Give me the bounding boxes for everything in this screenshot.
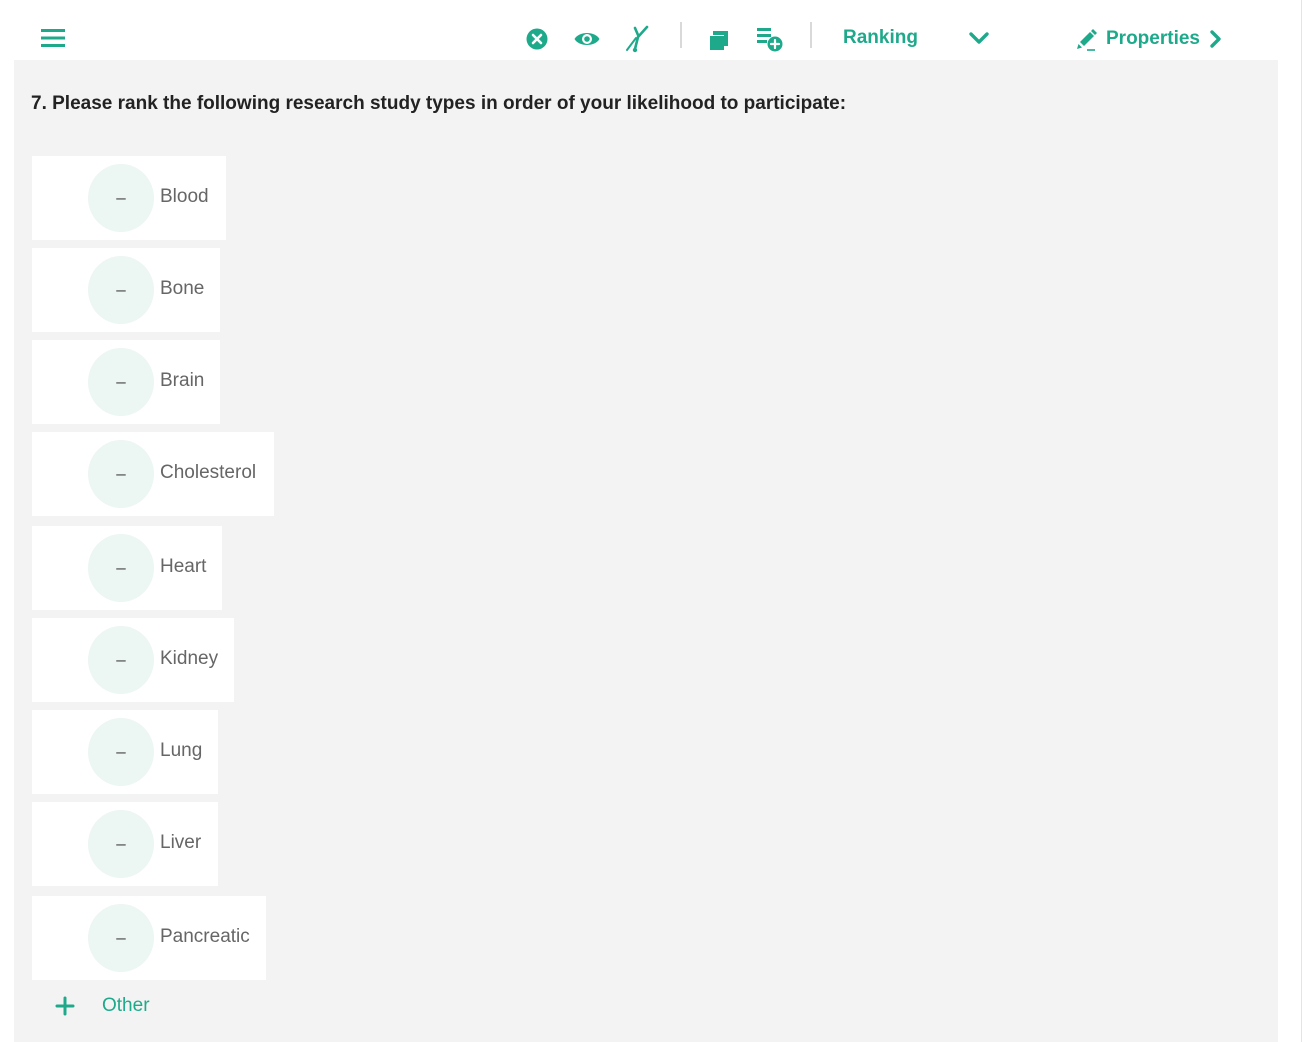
eye-icon (574, 33, 600, 45)
question-type-label: Ranking (843, 27, 918, 48)
pencil-icon (1077, 29, 1097, 51)
ranking-choice[interactable]: – Liver (32, 802, 218, 886)
ranking-choice[interactable]: – Blood (32, 156, 226, 240)
question-type-select[interactable]: Ranking (843, 24, 993, 52)
choice-label[interactable]: Bone (160, 278, 204, 300)
properties-button[interactable]: Properties (1074, 24, 1234, 54)
rank-badge[interactable]: – (88, 904, 154, 972)
rank-badge[interactable]: – (88, 534, 154, 602)
choice-label[interactable]: Kidney (160, 648, 218, 670)
question-canvas: 7. Please rank the following research st… (14, 60, 1278, 1042)
choice-label[interactable]: Brain (160, 370, 204, 392)
menu-button[interactable] (38, 26, 68, 50)
ranking-choice[interactable]: – Bone (32, 248, 220, 332)
toolbar-divider (810, 22, 812, 48)
choice-label[interactable]: Liver (160, 832, 201, 854)
add-question-icon (757, 28, 783, 52)
clear-button[interactable] (524, 26, 550, 52)
choice-label[interactable]: Pancreatic (160, 926, 250, 948)
add-question-button[interactable] (754, 24, 786, 54)
chevron-right-icon (1208, 28, 1224, 50)
ranking-choice[interactable]: – Pancreatic (32, 896, 266, 980)
skip-logic-icon (626, 25, 649, 53)
rank-badge[interactable]: – (88, 348, 154, 416)
rank-badge[interactable]: – (88, 440, 154, 508)
scrollbar-track[interactable] (1301, 0, 1302, 1042)
choice-label[interactable]: Blood (160, 186, 209, 208)
rank-badge[interactable]: – (88, 164, 154, 232)
plus-icon (54, 995, 76, 1017)
chevron-down-icon (969, 32, 989, 44)
choice-label[interactable]: Heart (160, 556, 206, 578)
copy-icon (709, 31, 728, 50)
properties-label: Properties (1106, 28, 1200, 49)
add-other-button[interactable]: Other (54, 992, 254, 1020)
ranking-choice[interactable]: – Kidney (32, 618, 234, 702)
menu-icon (41, 29, 65, 47)
ranking-choice[interactable]: – Heart (32, 526, 222, 610)
rank-badge[interactable]: – (88, 626, 154, 694)
rank-badge[interactable]: – (88, 810, 154, 878)
choice-label[interactable]: Cholesterol (160, 462, 256, 484)
rank-badge[interactable]: – (88, 718, 154, 786)
choice-label[interactable]: Lung (160, 740, 202, 762)
preview-button[interactable] (572, 26, 602, 52)
toolbar-divider (680, 22, 682, 48)
ranking-choice[interactable]: – Cholesterol (32, 432, 274, 516)
skip-logic-button[interactable] (622, 24, 652, 54)
question-title[interactable]: 7. Please rank the following research st… (31, 93, 1231, 115)
copy-button[interactable] (704, 26, 732, 54)
add-other-label: Other (102, 995, 150, 1016)
rank-badge[interactable]: – (88, 256, 154, 324)
ranking-choice[interactable]: – Brain (32, 340, 220, 424)
ranking-choice[interactable]: – Lung (32, 710, 218, 794)
toolbar: Ranking Properties (0, 0, 1300, 60)
survey-editor: Ranking Properties 7. Please rank the fo… (0, 0, 1306, 1042)
clear-circle-icon (526, 28, 548, 50)
